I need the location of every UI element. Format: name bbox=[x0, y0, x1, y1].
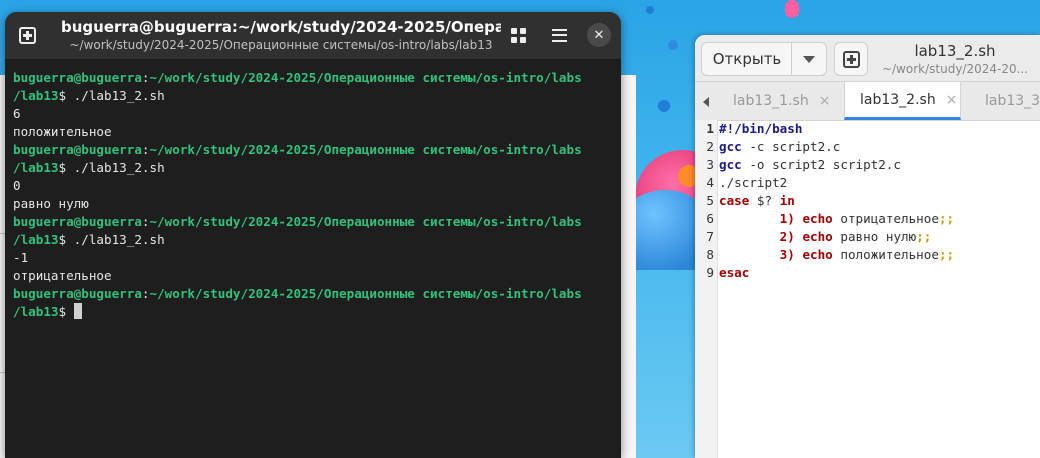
code-area[interactable]: 1 2 3 4 5 6 7 8 9 #!/bin/bash gcc -c scr… bbox=[695, 120, 1040, 458]
new-tab-icon bbox=[18, 26, 36, 44]
prompt-user: buguerra@buguerra bbox=[13, 214, 142, 229]
code-case-label: 1) bbox=[779, 211, 795, 226]
open-button[interactable]: Открыть bbox=[701, 42, 792, 76]
line-number: 4 bbox=[706, 175, 714, 190]
code-args: -o script2 script2.c bbox=[741, 157, 901, 172]
prompt-path-cont: /lab13 bbox=[13, 232, 59, 247]
line-number: 1 bbox=[706, 121, 714, 136]
command: ./lab13_2.sh bbox=[66, 160, 165, 175]
code-case-label: 3) bbox=[779, 247, 795, 262]
wallpaper-dot-small-2 bbox=[668, 40, 678, 50]
terminal-header[interactable]: buguerra@buguerra:~/work/study/2024-2025… bbox=[5, 12, 621, 60]
code-text: равно нулю bbox=[832, 229, 917, 244]
code-keyword-esac: esac bbox=[719, 265, 750, 280]
program-output: положительное bbox=[13, 124, 112, 139]
terminal-cursor bbox=[73, 303, 82, 319]
code-text: отрицательное bbox=[832, 211, 939, 226]
code-keyword-case: case bbox=[719, 193, 750, 208]
wallpaper-dot-blue bbox=[658, 100, 670, 112]
open-dropdown-button[interactable] bbox=[791, 42, 827, 76]
user-input: 0 bbox=[13, 178, 21, 193]
editor-subtitle: ~/work/study/2024-20... bbox=[881, 62, 1029, 76]
code-command: gcc bbox=[719, 157, 742, 172]
code-text: положительное bbox=[832, 247, 939, 262]
code-variable: $? bbox=[749, 193, 780, 208]
code-echo: echo bbox=[802, 211, 833, 226]
prompt-path-cont: /lab13 bbox=[13, 160, 59, 175]
text-editor-window[interactable]: Открыть lab13_2.sh ~/work/study/2024-20.… bbox=[695, 35, 1040, 458]
code-echo: echo bbox=[802, 247, 833, 262]
code-run: ./script2 bbox=[719, 175, 788, 190]
new-document-button[interactable] bbox=[834, 42, 868, 76]
program-output: равно нулю bbox=[13, 196, 89, 211]
tabs-scroll-left-icon[interactable] bbox=[703, 97, 709, 107]
hamburger-icon bbox=[551, 28, 567, 42]
tab-lab13-1[interactable]: lab13_1.sh × bbox=[733, 82, 830, 120]
prompt-symbol: $ bbox=[58, 304, 67, 319]
prompt-path: ~/work/study/2024-2025/Операционные сист… bbox=[149, 214, 582, 229]
code-command: gcc bbox=[719, 139, 742, 154]
tab-lab13-2[interactable]: lab13_2.sh × bbox=[844, 82, 961, 120]
prompt-symbol: $ bbox=[58, 88, 67, 103]
command: ./lab13_2.sh bbox=[66, 232, 165, 247]
code-separator: ;; bbox=[916, 229, 932, 244]
line-number: 7 bbox=[706, 229, 714, 244]
user-input: -1 bbox=[13, 250, 29, 265]
program-output: отрицательное bbox=[13, 268, 112, 283]
prompt-symbol: $ bbox=[58, 160, 67, 175]
overview-button[interactable] bbox=[505, 22, 531, 48]
new-tab-button[interactable] bbox=[14, 22, 40, 48]
close-tab-icon[interactable]: × bbox=[819, 93, 831, 109]
code-shebang: #!/bin/bash bbox=[719, 121, 803, 136]
code-lines[interactable]: #!/bin/bash gcc -c script2.c gcc -o scri… bbox=[719, 120, 954, 282]
prompt-path-cont: /lab13 bbox=[13, 304, 59, 319]
close-tab-icon[interactable]: × bbox=[946, 92, 958, 108]
line-number-gutter: 1 2 3 4 5 6 7 8 9 bbox=[695, 120, 718, 458]
terminal-subtitle: ~/work/study/2024-2025/Операционные сист… bbox=[69, 38, 493, 52]
code-case-label: 2) bbox=[779, 229, 795, 244]
wallpaper-dot-small bbox=[646, 6, 654, 14]
code-args: -c script2.c bbox=[741, 139, 841, 154]
line-number: 3 bbox=[706, 157, 714, 172]
line-number: 5 bbox=[706, 193, 714, 208]
prompt-path: ~/work/study/2024-2025/Операционные сист… bbox=[149, 70, 582, 85]
chevron-down-icon bbox=[803, 55, 815, 63]
editor-header[interactable]: Открыть lab13_2.sh ~/work/study/2024-20.… bbox=[695, 35, 1040, 82]
code-separator: ;; bbox=[938, 211, 955, 226]
command: ./lab13_2.sh bbox=[66, 88, 165, 103]
code-echo: echo bbox=[802, 229, 833, 244]
tab-label: lab13_1.sh bbox=[733, 93, 809, 109]
prompt-user: buguerra@buguerra bbox=[13, 70, 142, 85]
prompt-path-cont: /lab13 bbox=[13, 88, 59, 103]
wallpaper-balloon-small bbox=[785, 0, 799, 18]
prompt-user: buguerra@buguerra bbox=[13, 142, 142, 157]
prompt-user: buguerra@buguerra bbox=[13, 286, 142, 301]
editor-tabs: lab13_1.sh × lab13_2.sh × lab13_3. bbox=[695, 82, 1040, 121]
line-number: 2 bbox=[706, 139, 714, 154]
tab-lab13-3[interactable]: lab13_3. bbox=[985, 82, 1040, 120]
prompt-symbol: $ bbox=[58, 232, 67, 247]
close-icon: ✕ bbox=[593, 27, 605, 43]
editor-title: lab13_2.sh bbox=[914, 42, 996, 60]
terminal-output[interactable]: buguerra@buguerra:~/work/study/2024-2025… bbox=[5, 60, 621, 321]
grid-icon bbox=[510, 27, 526, 43]
close-button[interactable]: ✕ bbox=[587, 23, 611, 47]
terminal-title: buguerra@buguerra:~/work/study/2024-2025… bbox=[61, 18, 501, 36]
prompt-path: ~/work/study/2024-2025/Операционные сист… bbox=[149, 286, 582, 301]
terminal-window[interactable]: buguerra@buguerra:~/work/study/2024-2025… bbox=[5, 12, 621, 458]
tab-label: lab13_3. bbox=[985, 93, 1040, 109]
menu-button[interactable] bbox=[546, 22, 572, 48]
line-number: 9 bbox=[706, 265, 714, 280]
code-keyword-in: in bbox=[779, 193, 795, 208]
code-separator: ;; bbox=[938, 247, 955, 262]
tab-label: lab13_2.sh bbox=[860, 91, 936, 108]
line-number: 6 bbox=[706, 211, 714, 226]
new-document-icon bbox=[842, 50, 860, 68]
prompt-path: ~/work/study/2024-2025/Операционные сист… bbox=[149, 142, 582, 157]
user-input: 6 bbox=[13, 106, 21, 121]
line-number: 8 bbox=[706, 247, 714, 262]
